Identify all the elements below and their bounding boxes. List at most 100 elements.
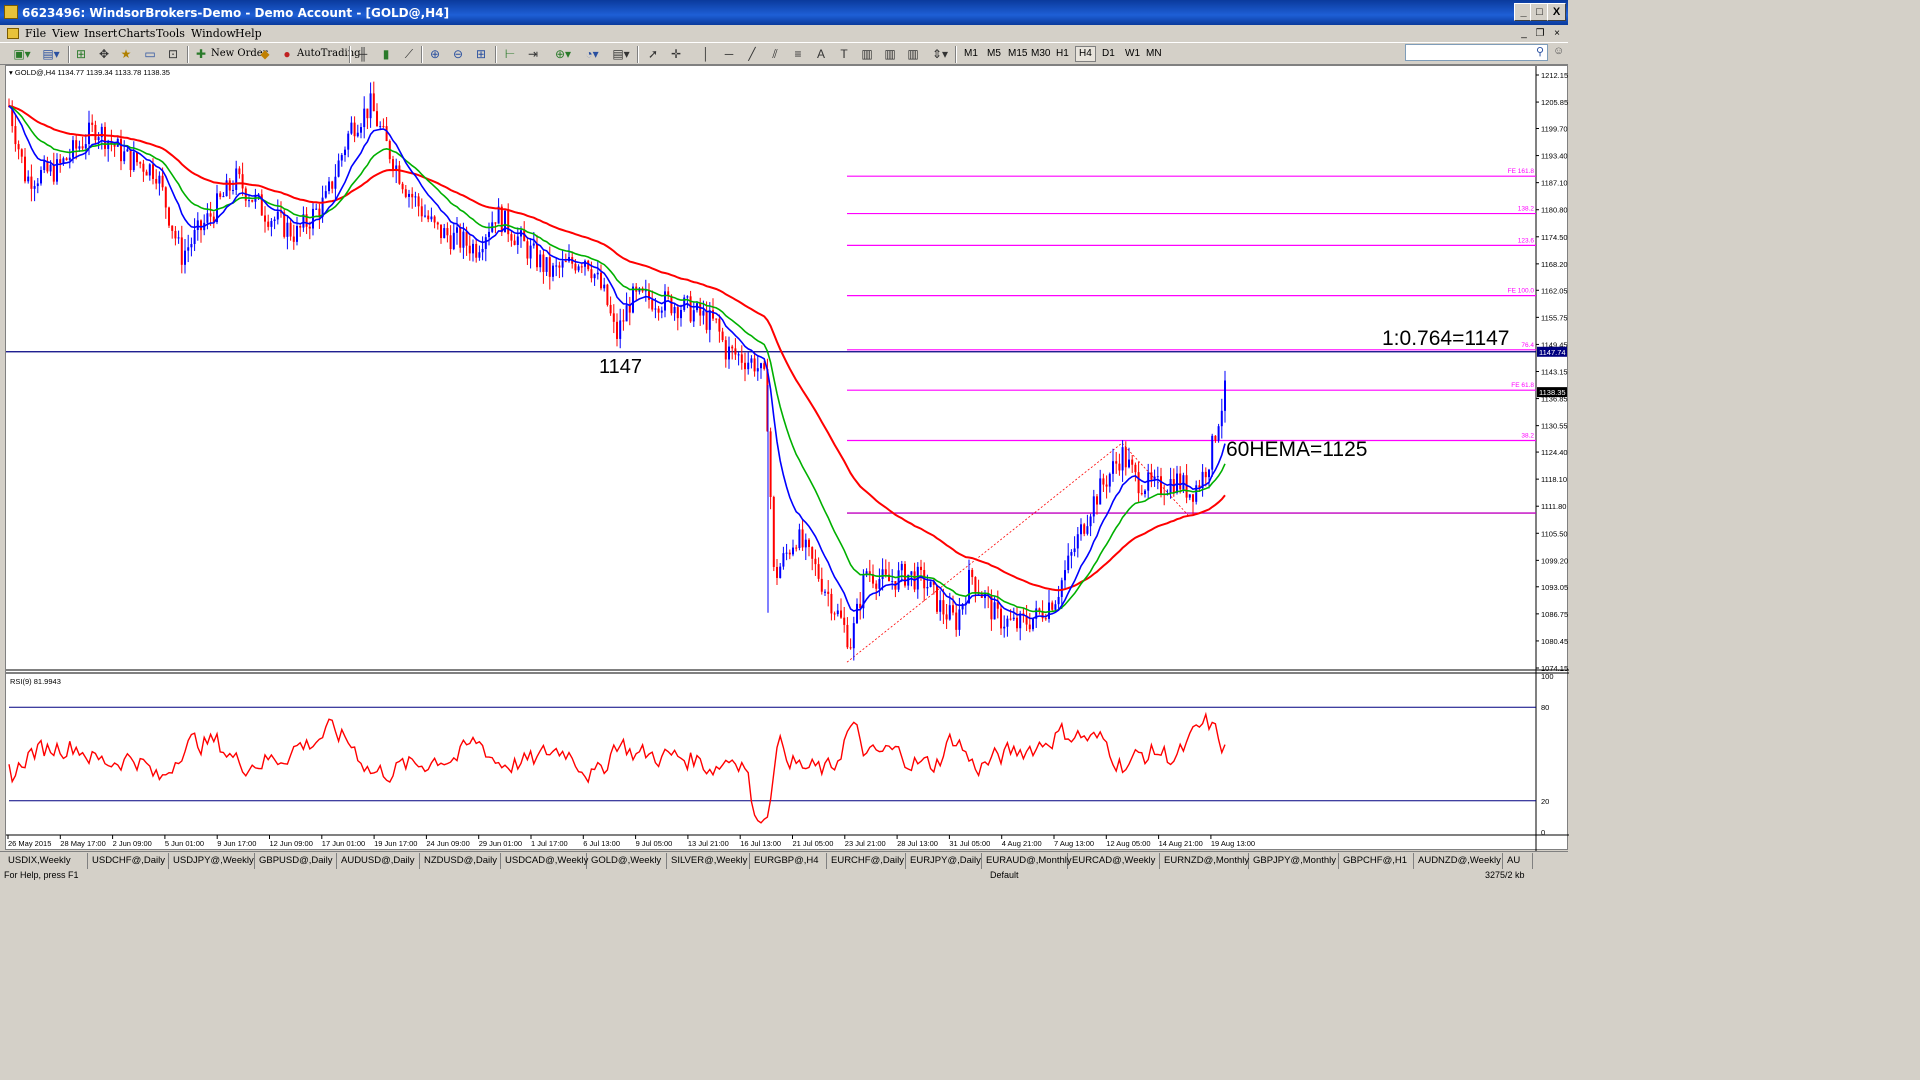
level-1147-label: 1147 — [599, 356, 643, 378]
candle-body — [1217, 426, 1220, 441]
menu-charts[interactable]: Charts — [118, 27, 155, 40]
timeframe-m1[interactable]: M1 — [964, 46, 978, 62]
chart-tab[interactable]: USDCAD@,Weekly — [501, 853, 588, 869]
fibo-expansion-icon[interactable]: ▥ — [905, 46, 921, 62]
fibo-channel-icon[interactable]: ▥ — [882, 46, 898, 62]
timeframe-m30[interactable]: M30 — [1031, 46, 1050, 62]
chart-tab[interactable]: SILVER@,Weekly — [667, 853, 750, 869]
equidistant-channel-icon[interactable]: ⫽ — [767, 46, 783, 62]
zoom-out-icon[interactable]: ⊖ — [450, 46, 466, 62]
timeframe-h4[interactable]: H4 — [1075, 46, 1096, 62]
mdi-close-button[interactable]: × — [1549, 28, 1565, 40]
candle-body — [126, 149, 129, 152]
chart-window[interactable]: ▾ GOLD@,H4 1134.77 1139.34 1133.78 1138.… — [5, 65, 1569, 851]
chart-tab[interactable]: EURJPY@,Daily — [906, 853, 982, 869]
data-window-icon[interactable]: ✥ — [96, 46, 112, 62]
candle-body — [30, 176, 33, 189]
mdi-restore-button[interactable]: ❐ — [1532, 28, 1548, 40]
chart-tab[interactable]: GOLD@,Weekly — [587, 853, 667, 869]
candle-body — [488, 231, 490, 238]
chart-shift-icon[interactable]: ⊢ — [502, 46, 518, 62]
candle-body — [782, 553, 785, 567]
arrows-icon[interactable]: ⇕▾ — [928, 46, 952, 62]
candle-body — [283, 212, 286, 237]
navigator-icon[interactable]: ★ — [118, 46, 134, 62]
chart-tab[interactable]: AU — [1503, 853, 1533, 869]
menu-insert[interactable]: Insert — [84, 27, 117, 40]
candlestick-icon[interactable]: ▮ — [378, 46, 394, 62]
strategy-tester-icon[interactable]: ⊡ — [165, 46, 181, 62]
text-label-icon[interactable]: T — [836, 46, 852, 62]
candle-body — [945, 614, 948, 620]
crosshair-icon[interactable]: ✛ — [668, 46, 684, 62]
chart-tab[interactable]: EURNZD@,Monthly — [1160, 853, 1249, 869]
status-bar: For Help, press F1 Default 3275/2 kb — [0, 869, 1568, 882]
new-chart-icon[interactable]: ▣▾ — [9, 46, 35, 62]
chart-tab[interactable]: EURCAD@,Weekly — [1068, 853, 1160, 869]
chart-tab[interactable]: AUDNZD@,Weekly — [1414, 853, 1503, 869]
autotrading-button[interactable]: AutoTrading — [297, 46, 361, 62]
auto-scroll-icon[interactable]: ⇥ — [525, 46, 541, 62]
new-order-icon[interactable]: ✚ — [193, 46, 209, 62]
chart-tab[interactable]: GBPCHF@,H1 — [1339, 853, 1414, 869]
community-icon[interactable]: ☺ — [1553, 45, 1564, 57]
search-icon[interactable]: ⚲ — [1536, 45, 1544, 58]
candle-body — [468, 245, 471, 254]
metaeditor-icon[interactable]: ◆ — [257, 46, 273, 62]
timeframe-m15[interactable]: M15 — [1008, 46, 1027, 62]
candle-body — [843, 617, 846, 625]
chart-tab[interactable]: EURCHF@,Daily — [827, 853, 906, 869]
chart-tab[interactable]: GBPJPY@,Monthly — [1249, 853, 1339, 869]
candle-body — [814, 558, 817, 565]
line-chart-icon[interactable]: ⟋ — [401, 46, 417, 62]
timeframe-m5[interactable]: M5 — [987, 46, 1001, 62]
chart-tab[interactable]: NZDUSD@,Daily — [420, 853, 501, 869]
profiles-icon[interactable]: ▤▾ — [38, 46, 64, 62]
close-button[interactable]: X — [1547, 3, 1566, 21]
menu-window[interactable]: Window — [191, 27, 236, 40]
chart-tab[interactable]: GBPUSD@,Daily — [255, 853, 337, 869]
candle-body — [465, 231, 468, 246]
chart-tab[interactable]: USDJPY@,Weekly — [169, 853, 255, 869]
vertical-line-icon[interactable]: │ — [698, 46, 714, 62]
tile-windows-icon[interactable]: ⊞ — [473, 46, 489, 62]
timeframe-d1[interactable]: D1 — [1102, 46, 1115, 62]
fib-label: 123.6 — [1518, 237, 1535, 244]
chart-tab[interactable]: AUDUSD@,Daily — [337, 853, 420, 869]
candle-body — [1019, 613, 1022, 629]
candle-body — [382, 126, 385, 128]
candle-body — [724, 340, 727, 360]
bar-chart-icon[interactable]: ╫ — [355, 46, 371, 62]
search-input[interactable]: ⚲ — [1405, 44, 1548, 61]
horizontal-line-icon[interactable]: ─ — [721, 46, 737, 62]
chart-tab[interactable]: EURAUD@,Monthly — [982, 853, 1072, 869]
text-icon[interactable]: A — [813, 46, 829, 62]
candle-body — [612, 313, 615, 322]
trendline-icon[interactable]: ╱ — [744, 46, 760, 62]
market-watch-icon[interactable]: ⊞ — [73, 46, 89, 62]
fibonacci-icon[interactable]: ≡ — [790, 46, 806, 62]
chart-tab[interactable]: EURGBP@,H4 — [750, 853, 827, 869]
zoom-in-icon[interactable]: ⊕ — [427, 46, 443, 62]
autotrading-icon[interactable]: ● — [279, 46, 295, 62]
price-label: 1162.05 — [1541, 286, 1568, 295]
candle-body — [817, 564, 820, 579]
menu-help[interactable]: Help — [235, 27, 262, 40]
cursor-icon[interactable]: ➚ — [645, 46, 661, 62]
periods-icon[interactable]: ◔▾ — [580, 46, 604, 62]
candle-body — [657, 308, 660, 313]
templates-icon[interactable]: ▤▾ — [609, 46, 633, 62]
chart-tab[interactable]: USDIX,Weekly — [4, 853, 88, 869]
menu-view[interactable]: View — [52, 27, 79, 40]
mdi-minimize-button[interactable]: _ — [1516, 28, 1532, 40]
title-bar: 6623496: WindsorBrokers-Demo - Demo Acco… — [0, 0, 1568, 25]
timeframe-h1[interactable]: H1 — [1056, 46, 1069, 62]
menu-tools[interactable]: Tools — [156, 27, 185, 40]
terminal-icon[interactable]: ▭ — [142, 46, 158, 62]
gann-icon[interactable]: ▥ — [859, 46, 875, 62]
timeframe-mn[interactable]: MN — [1146, 46, 1162, 62]
timeframe-w1[interactable]: W1 — [1125, 46, 1140, 62]
chart-tab[interactable]: USDCHF@,Daily — [88, 853, 169, 869]
menu-file[interactable]: File — [25, 27, 46, 40]
indicators-icon[interactable]: ⊕▾ — [551, 46, 575, 62]
